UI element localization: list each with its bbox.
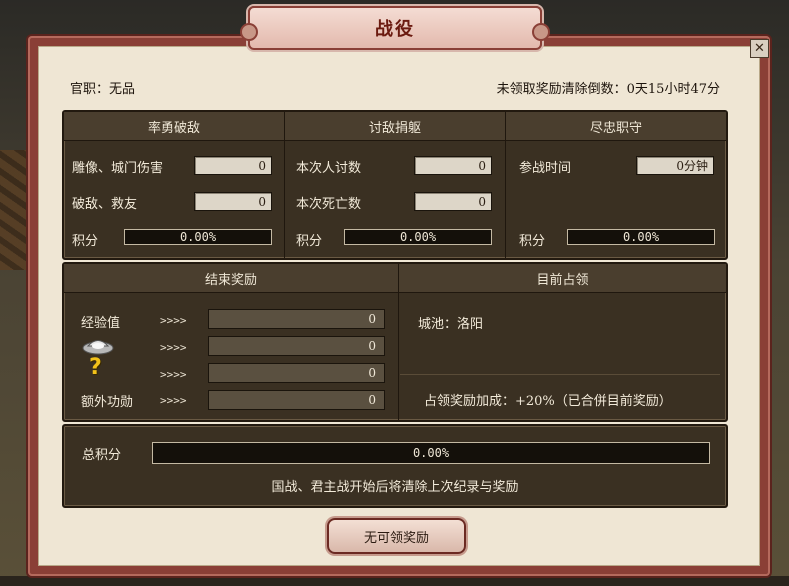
reward-arrows: >>>> (160, 314, 187, 327)
reward-exp-label: 经验值 (81, 316, 121, 331)
defeat-rescue-label: 破敌、救友 (72, 197, 138, 212)
kills-score-bar: 0.00% (344, 229, 492, 245)
reward-merit-value: 0 (208, 390, 385, 410)
reward-unknown-value: 0 (208, 363, 385, 383)
column-divider (505, 112, 506, 258)
bottom-strip (0, 576, 789, 586)
title-plate-right-knob (532, 23, 550, 41)
reward-countdown: 未领取奖励清除倒数：0天15小时47分 (496, 82, 720, 97)
reset-notice: 国战、君主战开始后将清除上次纪录与奖励 (271, 480, 519, 495)
reward-exp-value: 0 (208, 309, 385, 329)
title-plate-left-knob (240, 23, 258, 41)
rewards-header: 结束奖励 (64, 264, 398, 293)
statue-gate-damage-value: 0 (194, 156, 272, 175)
rank-label: 官职：无品 (70, 82, 136, 97)
valor-score-label: 积分 (72, 234, 99, 249)
window-title-plate: 战役 (240, 6, 550, 50)
question-mark-icon: ? (89, 355, 102, 380)
close-icon: ✕ (754, 41, 765, 56)
occupation-bonus: 占领奖励加成：+20%（已合併目前奖励） (424, 394, 672, 409)
occupied-city: 城池：洛阳 (418, 317, 484, 332)
occupation-divider (400, 374, 720, 375)
total-score-bar: 0.00% (152, 442, 710, 464)
total-score-label: 总积分 (82, 448, 122, 463)
duty-score-label: 积分 (519, 234, 546, 249)
statue-gate-damage-label: 雕像、城门伤害 (72, 161, 164, 176)
reward-silver-value: 0 (208, 336, 385, 356)
battle-time-value: 0分钟 (636, 156, 714, 175)
occupation-header: 目前占领 (399, 264, 726, 293)
column-header-valor: 率勇破敌 (64, 112, 284, 141)
column-header-kills: 讨敌捐躯 (285, 112, 505, 141)
claim-reward-button[interactable]: 无可领奖励 (327, 518, 466, 554)
reward-arrows: >>>> (160, 394, 187, 407)
reward-arrows: >>>> (160, 368, 187, 381)
valor-score-bar: 0.00% (124, 229, 272, 245)
window-title: 战役 (375, 19, 415, 40)
kills-score-label: 积分 (296, 234, 323, 249)
column-divider (398, 264, 399, 420)
defeat-rescue-value: 0 (194, 192, 272, 211)
reward-merit-label: 额外功勋 (81, 395, 134, 410)
total-score-panel: 总积分 0.00% 国战、君主战开始后将清除上次纪录与奖励 (62, 424, 728, 508)
column-divider (284, 112, 285, 258)
deaths-count-value: 0 (414, 192, 492, 211)
column-header-duty: 尽忠职守 (506, 112, 726, 141)
kills-count-value: 0 (414, 156, 492, 175)
battle-time-label: 参战时间 (519, 161, 572, 176)
deaths-count-label: 本次死亡数 (296, 197, 362, 212)
reward-arrows: >>>> (160, 341, 187, 354)
silver-ingot-icon (82, 340, 114, 355)
battle-stats-panel: 率勇破敌 讨敌捐躯 尽忠职守 雕像、城门伤害 0 破敌、救友 0 积分 0.00… (62, 110, 728, 260)
duty-score-bar: 0.00% (567, 229, 715, 245)
close-button[interactable]: ✕ (750, 39, 769, 58)
kills-count-label: 本次人讨数 (296, 161, 362, 176)
